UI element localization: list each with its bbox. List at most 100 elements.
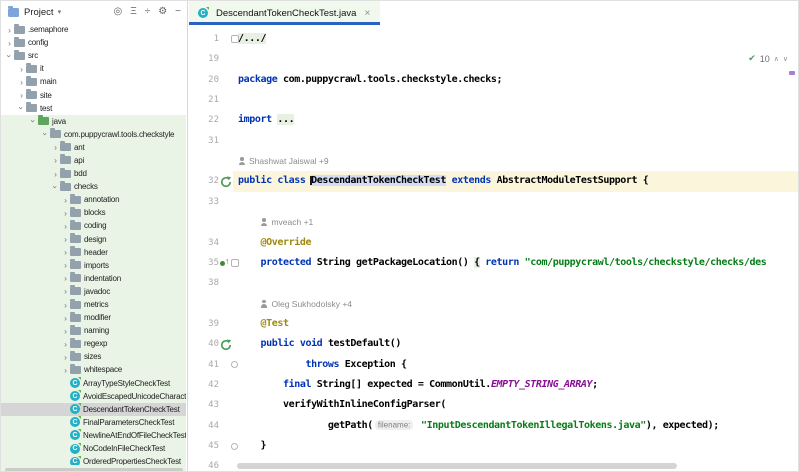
code-line-39[interactable]: 39 @Test (189, 314, 798, 334)
tree-item-arraytypestylechecktest[interactable]: ›CArrayTypeStyleCheckTest (1, 377, 186, 390)
chevron-down-icon[interactable]: ▾ (58, 8, 62, 16)
tree-item-header[interactable]: ›header (1, 246, 186, 259)
line-number[interactable]: 1 (189, 29, 219, 49)
tree-item-site[interactable]: ›site (1, 88, 186, 101)
line-number[interactable]: 31 (189, 131, 219, 151)
chevron-collapsed-icon[interactable]: › (5, 38, 14, 48)
line-number[interactable]: 33 (189, 192, 219, 212)
settings-icon[interactable]: ⚙ (158, 7, 167, 17)
tree-item-naming[interactable]: ›naming (1, 324, 186, 337)
code-line-44[interactable]: 44 getPath(filename: "InputDescendantTok… (189, 416, 798, 436)
chevron-collapsed-icon[interactable]: › (61, 339, 70, 349)
next-problem-icon[interactable]: ∨ (783, 55, 788, 63)
close-icon[interactable]: × (364, 8, 370, 19)
chevron-collapsed-icon[interactable]: › (61, 260, 70, 270)
chevron-collapsed-icon[interactable]: › (51, 142, 60, 152)
code-line-1[interactable]: 1/.../ (189, 29, 798, 49)
tree-item-modifier[interactable]: ›modifier (1, 311, 186, 324)
tree-item-regexp[interactable]: ›regexp (1, 337, 186, 350)
tree-item-config[interactable]: ›config (1, 36, 186, 49)
tree-item-main[interactable]: ›main (1, 75, 186, 88)
line-number[interactable]: 40 (189, 334, 219, 354)
code-line-22[interactable]: 22import ... (189, 110, 798, 130)
chevron-collapsed-icon[interactable]: › (61, 208, 70, 218)
line-number[interactable]: 21 (189, 90, 219, 110)
chevron-collapsed-icon[interactable]: › (61, 300, 70, 310)
tree-item-coding[interactable]: ›coding (1, 219, 186, 232)
chevron-collapsed-icon[interactable]: › (61, 247, 70, 257)
chevron-expanded-icon[interactable]: › (5, 51, 15, 60)
line-number[interactable]: 34 (189, 233, 219, 253)
tree-item-sizes[interactable]: ›sizes (1, 350, 186, 363)
line-number[interactable]: 43 (189, 395, 219, 415)
fold-marker-icon[interactable] (231, 35, 239, 43)
chevron-expanded-icon[interactable]: › (17, 104, 27, 113)
line-number[interactable]: 35 (189, 253, 219, 273)
chevron-collapsed-icon[interactable]: › (61, 326, 70, 336)
tree-item-avoidescapedunicodecharactersche[interactable]: ›CAvoidEscapedUnicodeCharactersChe (1, 390, 186, 403)
tree-item-checks[interactable]: ›checks (1, 180, 186, 193)
line-number[interactable]: 46 (189, 456, 219, 471)
editor-horizontal-scrollbar[interactable] (237, 463, 677, 469)
tree-item-src[interactable]: ›src (1, 49, 186, 62)
code-line-42[interactable]: 42 final String[] expected = CommonUtil.… (189, 375, 798, 395)
code-line-21[interactable]: 21 (189, 90, 798, 110)
code-line-43[interactable]: 43 verifyWithInlineConfigParser( (189, 395, 798, 415)
previous-problem-icon[interactable]: ∧ (774, 55, 779, 63)
chevron-collapsed-icon[interactable]: › (61, 286, 70, 296)
line-number[interactable]: 19 (189, 49, 219, 69)
code-line-35[interactable]: 35↑ protected String getPackageLocation(… (189, 253, 798, 273)
tree-item-com-puppycrawl-tools-checkstyle[interactable]: ›com.puppycrawl.tools.checkstyle (1, 128, 186, 141)
tree-item-finalparameterschecktest[interactable]: ›CFinalParametersCheckTest (1, 416, 186, 429)
code-line-31[interactable]: 31 (189, 131, 798, 151)
chevron-collapsed-icon[interactable]: › (61, 273, 70, 283)
chevron-collapsed-icon[interactable]: › (51, 169, 60, 179)
tree-item-newlineatendoffilechecktest[interactable]: ›CNewlineAtEndOfFileCheckTest (1, 429, 186, 442)
chevron-expanded-icon[interactable]: › (29, 117, 39, 126)
chevron-expanded-icon[interactable]: › (41, 130, 51, 139)
tree-item-design[interactable]: ›design (1, 233, 186, 246)
chevron-collapsed-icon[interactable]: › (61, 221, 70, 231)
chevron-collapsed-icon[interactable]: › (61, 195, 70, 205)
tree-item-java[interactable]: ›java (1, 115, 186, 128)
chevron-collapsed-icon[interactable]: › (5, 25, 14, 35)
line-number[interactable]: 44 (189, 416, 219, 436)
tree-item-metrics[interactable]: ›metrics (1, 298, 186, 311)
chevron-collapsed-icon[interactable]: › (61, 352, 70, 362)
tree-item-imports[interactable]: ›imports (1, 259, 186, 272)
project-view-selector[interactable]: Project (24, 7, 54, 18)
line-number[interactable]: 41 (189, 355, 219, 375)
tree-horizontal-scrollbar[interactable] (5, 468, 183, 472)
line-number[interactable]: 20 (189, 70, 219, 90)
line-number[interactable]: 39 (189, 314, 219, 334)
tree-item-ant[interactable]: ›ant (1, 141, 186, 154)
collapse-all-icon[interactable]: ÷ (145, 7, 151, 17)
code-vision-author-inlay[interactable]: Shashwat Jaiswal +9 (238, 151, 329, 171)
editor-tab-descendanttokenchecktest[interactable]: C DescendantTokenCheckTest.java × (189, 1, 380, 25)
chevron-collapsed-icon[interactable]: › (61, 313, 70, 323)
tree-item-nocodeinfilechecktest[interactable]: ›CNoCodeInFileCheckTest (1, 442, 186, 455)
line-number[interactable]: 38 (189, 273, 219, 293)
chevron-collapsed-icon[interactable]: › (61, 234, 70, 244)
expand-all-icon[interactable]: Ξ (130, 7, 137, 17)
code-vision-author-inlay[interactable]: Oleg Sukhodolsky +4 (260, 294, 352, 314)
fold-marker-icon[interactable] (231, 361, 238, 368)
tree-item-bdd[interactable]: ›bdd (1, 167, 186, 180)
line-number[interactable]: 22 (189, 110, 219, 130)
select-opened-file-icon[interactable]: ◎ (113, 7, 122, 17)
chevron-collapsed-icon[interactable]: › (17, 77, 26, 87)
code-editor[interactable]: ✔ 10 ∧ ∨ 1/.../1920package com.puppycraw… (189, 25, 798, 471)
code-line-41[interactable]: 41 throws Exception { (189, 355, 798, 375)
chevron-collapsed-icon[interactable]: › (17, 90, 26, 100)
chevron-collapsed-icon[interactable]: › (51, 155, 60, 165)
run-test-icon[interactable] (220, 338, 233, 351)
chevron-collapsed-icon[interactable]: › (17, 64, 26, 74)
chevron-expanded-icon[interactable]: › (51, 182, 61, 191)
code-line-32[interactable]: 32public class DescendantTokenCheckTest … (189, 171, 798, 191)
line-number[interactable]: 42 (189, 375, 219, 395)
hide-icon[interactable]: − (175, 7, 181, 17)
tree-item-whitespace[interactable]: ›whitespace (1, 363, 186, 376)
chevron-collapsed-icon[interactable]: › (61, 365, 70, 375)
tree-item-indentation[interactable]: ›indentation (1, 272, 186, 285)
code-line-38[interactable]: 38 (189, 273, 798, 293)
